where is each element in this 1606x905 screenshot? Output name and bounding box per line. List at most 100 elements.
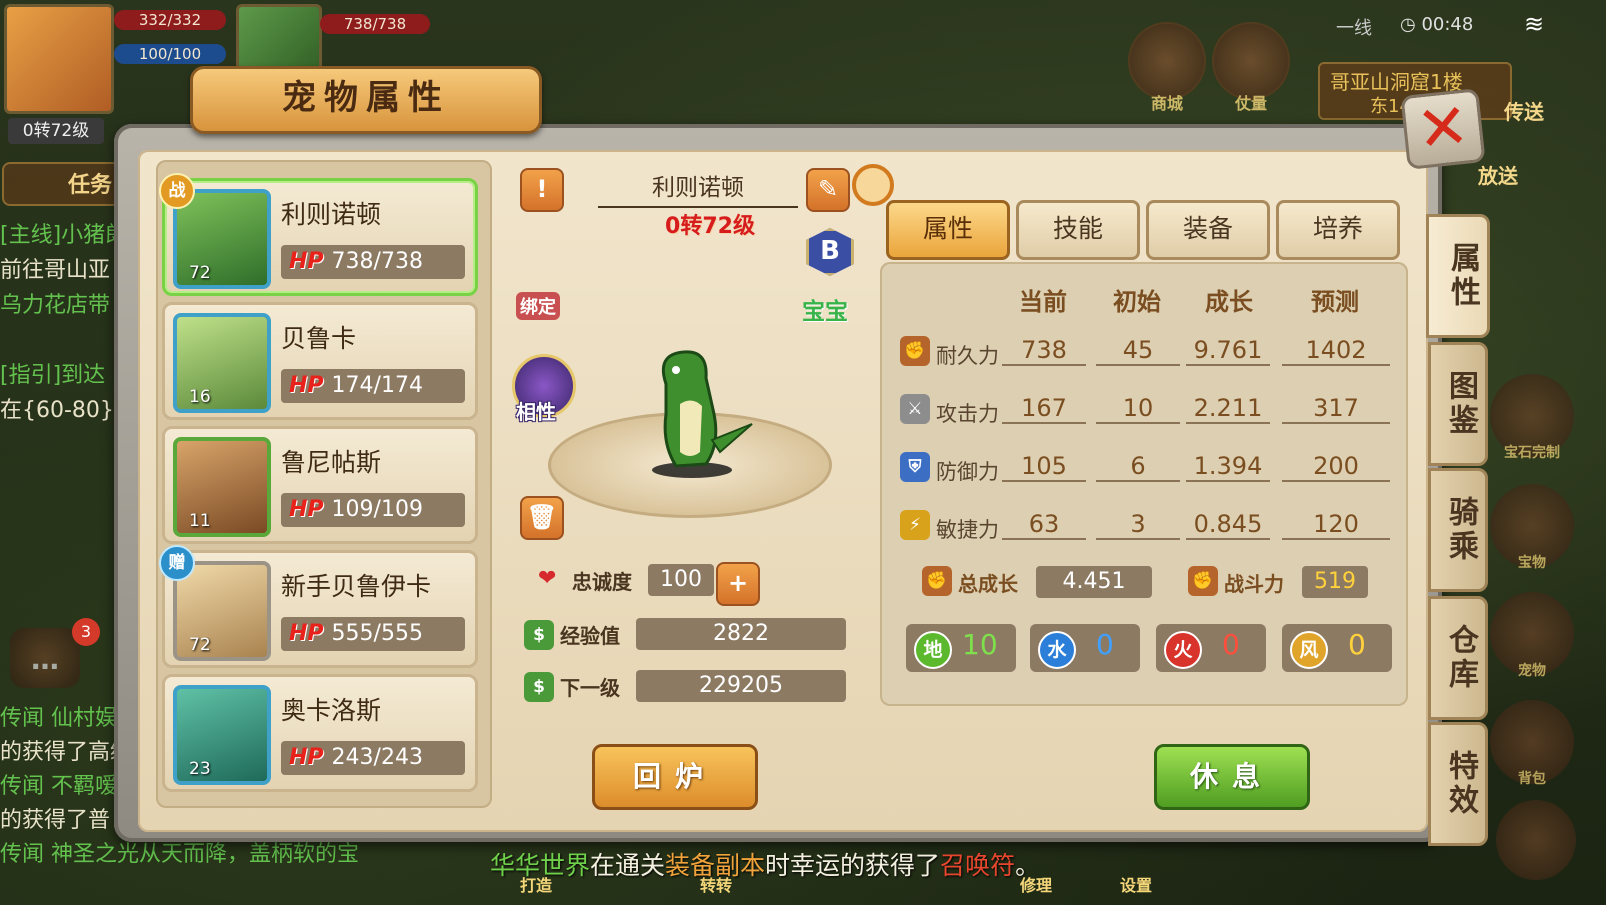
broadcast-dungeon: 装备副本 — [665, 851, 766, 880]
power-value: 519 — [1302, 566, 1368, 598]
attack-icon: ⚔ — [900, 394, 930, 424]
bag-icon[interactable]: 仗量 — [1212, 22, 1290, 113]
chat-bubble-icon: … — [31, 643, 59, 676]
pet-level: 11 — [189, 511, 211, 531]
pet-card[interactable]: 72 战 利则诺顿 HP 738/738 — [159, 173, 478, 296]
pet-hp: HP 555/555 — [281, 617, 465, 651]
stat-name: 防御力 — [936, 460, 999, 484]
broadcast-item: 召唤符 — [940, 851, 1016, 880]
total-growth-label: 总成长 — [958, 572, 1018, 596]
pet-detail-level: 0转72级 — [665, 214, 755, 239]
shield-icon: ⛨ — [900, 452, 930, 482]
loyalty-value: 100 — [648, 564, 714, 596]
magnifier-icon[interactable] — [852, 164, 894, 206]
system-broadcast: 华华世界在通关装备副本时幸运的获得了召唤符。 — [490, 846, 1040, 882]
next-level-value: 229205 — [636, 670, 846, 702]
shop-icon[interactable]: 商城 — [1128, 22, 1206, 113]
element-value: 0 — [1348, 628, 1366, 661]
wifi-icon: ≋ — [1524, 10, 1545, 38]
element-value: 0 — [1222, 628, 1240, 661]
endurance-icon: ✊ — [900, 336, 930, 366]
teleport-button[interactable]: 传送 — [1504, 96, 1544, 125]
exp-label: 经验值 — [560, 624, 620, 648]
tab-training[interactable]: 培养 — [1276, 200, 1400, 260]
water-icon: 水 — [1038, 631, 1076, 669]
chat-line: 传闻 神圣之光从天而降，盖柄软的宝 — [0, 842, 359, 867]
header-predict: 预测 — [1311, 288, 1359, 316]
player-mp-bar: 100/100 — [114, 44, 226, 64]
window-title: 宠物属性 — [190, 66, 542, 134]
pet-list: 72 战 利则诺顿 HP 738/738 16 贝鲁卡 HP 174/174 11 … — [156, 160, 492, 808]
element-fire: 火 0 — [1156, 624, 1266, 672]
server-line: 一线 — [1336, 18, 1372, 39]
close-button[interactable]: ✕ — [1400, 88, 1486, 170]
chat-button[interactable]: … — [10, 628, 80, 688]
pet-card[interactable]: 16 贝鲁卡 HP 174/174 — [162, 302, 478, 420]
teleport-button-2[interactable]: 放送 — [1478, 160, 1518, 189]
stat-initial: 10 — [1096, 394, 1180, 424]
broadcast-text: 在通关 — [590, 851, 666, 880]
close-icon: ✕ — [1413, 88, 1473, 167]
side-button-pet[interactable]: 宠物 — [1490, 592, 1574, 679]
pet-hp: HP 243/243 — [281, 741, 465, 775]
player-level: 0转72级 — [8, 118, 104, 144]
hp-icon: HP — [289, 249, 324, 274]
stat-name: 攻击力 — [936, 402, 999, 426]
recycle-button[interactable]: 回炉 — [592, 744, 758, 810]
total-growth-icon: ✊ — [922, 566, 952, 596]
bottom-button-settings[interactable]: 设置 — [1120, 872, 1152, 896]
rest-button[interactable]: 休息 — [1154, 744, 1310, 810]
pet-card[interactable]: 72 赠 新手贝鲁伊卡 HP 555/555 — [159, 545, 478, 668]
player-avatar[interactable] — [4, 4, 114, 114]
release-button[interactable]: 🗑 — [520, 496, 564, 540]
element-value: 10 — [962, 628, 998, 661]
stat-growth: 1.394 — [1186, 452, 1270, 482]
stat-predict: 120 — [1282, 510, 1390, 540]
loyalty-label: 忠诚度 — [572, 570, 632, 594]
add-loyalty-button[interactable]: + — [716, 562, 760, 606]
side-button-treasure[interactable]: 宝物 — [1490, 484, 1574, 571]
stat-predict: 1402 — [1282, 336, 1390, 366]
exp-value: 2822 — [636, 618, 846, 650]
pet-name: 贝鲁卡 — [281, 324, 357, 353]
task-tab[interactable]: 任务 — [2, 162, 120, 206]
tab-attributes[interactable]: 属性 — [886, 200, 1010, 260]
element-value: 0 — [1096, 628, 1114, 661]
tab-equipment[interactable]: 装备 — [1146, 200, 1270, 260]
pet-card[interactable]: 23 奥卡洛斯 HP 243/243 — [162, 674, 478, 792]
stat-initial: 3 — [1096, 510, 1180, 540]
stat-predict: 200 — [1282, 452, 1390, 482]
stat-current: 738 — [1002, 336, 1086, 366]
refresh-icon[interactable] — [1496, 800, 1576, 880]
affinity-label: 相性 — [516, 400, 556, 424]
side-tab-mount[interactable]: 骑乘 — [1428, 468, 1488, 592]
rename-button[interactable]: ✎ — [806, 168, 850, 212]
side-tab-effects[interactable]: 特效 — [1428, 722, 1488, 846]
chat-unread-badge: 3 — [72, 618, 100, 646]
lightning-icon: ⚡ — [900, 510, 930, 540]
tab-skills[interactable]: 技能 — [1016, 200, 1140, 260]
pet-card[interactable]: 11 鲁尼帖斯 HP 109/109 — [162, 426, 478, 544]
total-growth-value: 4.451 — [1036, 566, 1152, 598]
pet-portrait: 16 — [173, 313, 271, 413]
stat-current: 167 — [1002, 394, 1086, 424]
broadcast-text: 。 — [1015, 851, 1041, 880]
side-button-gem[interactable]: 宝石完制 — [1490, 374, 1574, 461]
header-current: 当前 — [1019, 288, 1067, 316]
side-tab-attributes[interactable]: 属性 — [1426, 214, 1490, 338]
side-tab-handbook[interactable]: 图鉴 — [1428, 342, 1488, 466]
pet-name: 奥卡洛斯 — [281, 696, 382, 725]
side-button-bag[interactable]: 背包 — [1490, 700, 1574, 787]
header-initial: 初始 — [1113, 288, 1161, 316]
stat-growth: 9.761 — [1186, 336, 1270, 366]
exclamation-icon: ! — [536, 175, 548, 203]
side-tab-storage[interactable]: 仓库 — [1428, 596, 1488, 720]
info-button[interactable]: ! — [520, 168, 564, 212]
gift-badge: 赠 — [159, 545, 195, 581]
stat-growth: 0.845 — [1186, 510, 1270, 540]
plus-icon: + — [727, 569, 749, 597]
hp-icon: HP — [289, 745, 324, 770]
exp-icon: $ — [524, 620, 554, 650]
earth-icon: 地 — [914, 631, 952, 669]
stat-growth: 2.211 — [1186, 394, 1270, 424]
